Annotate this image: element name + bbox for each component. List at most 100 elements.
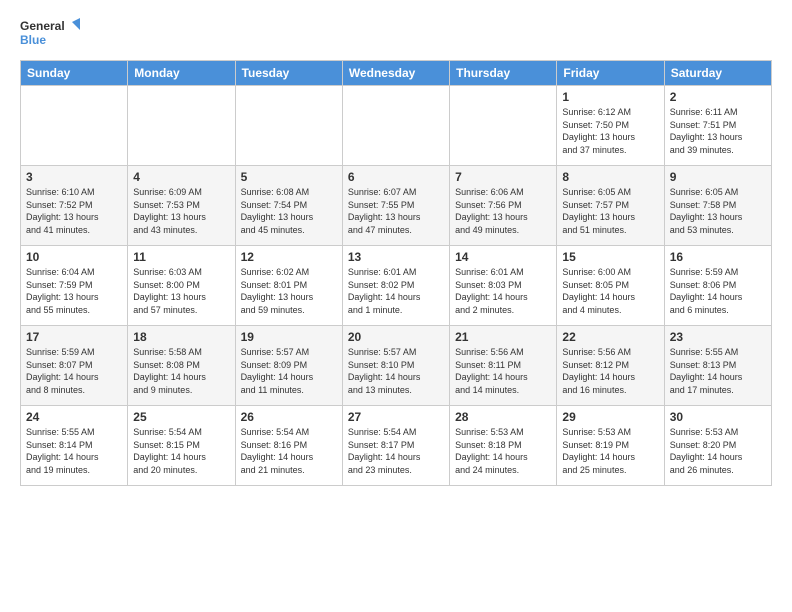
day-number: 13 [348, 250, 444, 264]
calendar-cell: 27 Sunrise: 5:54 AM Sunset: 8:17 PM Dayli… [342, 406, 449, 486]
calendar-week-row: 10Sunrise: 6:04 AM Sunset: 7:59 PM Dayli… [21, 246, 772, 326]
day-info: Sunrise: 5:53 AM Sunset: 8:20 PM Dayligh… [670, 426, 766, 476]
calendar-week-row: 1Sunrise: 6:12 AM Sunset: 7:50 PM Daylig… [21, 86, 772, 166]
day-number: 16 [670, 250, 766, 264]
calendar-table: SundayMondayTuesdayWednesdayThursdayFrid… [20, 60, 772, 486]
day-info: Sunrise: 6:03 AM Sunset: 8:00 PM Dayligh… [133, 266, 229, 316]
weekday-header-saturday: Saturday [664, 61, 771, 86]
weekday-header-monday: Monday [128, 61, 235, 86]
calendar-cell: 15 Sunrise: 6:00 AM Sunset: 8:05 PM Dayli… [557, 246, 664, 326]
day-number: 12 [241, 250, 337, 264]
day-number: 7 [455, 170, 551, 184]
calendar-cell: 5 Sunrise: 6:08 AM Sunset: 7:54 PM Daylig… [235, 166, 342, 246]
day-info: Sunrise: 5:56 AM Sunset: 8:11 PM Dayligh… [455, 346, 551, 396]
day-number: 11 [133, 250, 229, 264]
day-number: 9 [670, 170, 766, 184]
day-number: 30 [670, 410, 766, 424]
day-info: Sunrise: 6:02 AM Sunset: 8:01 PM Dayligh… [241, 266, 337, 316]
day-info: Sunrise: 6:07 AM Sunset: 7:55 PM Dayligh… [348, 186, 444, 236]
calendar-cell: 16 Sunrise: 5:59 AM Sunset: 8:06 PM Dayli… [664, 246, 771, 326]
calendar-cell: 14 Sunrise: 6:01 AM Sunset: 8:03 PM Dayli… [450, 246, 557, 326]
calendar-cell: 28 Sunrise: 5:53 AM Sunset: 8:18 PM Dayli… [450, 406, 557, 486]
calendar-cell: 17Sunrise: 5:59 AM Sunset: 8:07 PM Dayli… [21, 326, 128, 406]
day-info: Sunrise: 5:56 AM Sunset: 8:12 PM Dayligh… [562, 346, 658, 396]
weekday-header-tuesday: Tuesday [235, 61, 342, 86]
day-number: 21 [455, 330, 551, 344]
calendar-cell: 2 Sunrise: 6:11 AM Sunset: 7:51 PM Daylig… [664, 86, 771, 166]
calendar-cell: 3 Sunrise: 6:10 AM Sunset: 7:52 PM Daylig… [21, 166, 128, 246]
day-info: Sunrise: 5:54 AM Sunset: 8:17 PM Dayligh… [348, 426, 444, 476]
day-info: Sunrise: 6:00 AM Sunset: 8:05 PM Dayligh… [562, 266, 658, 316]
calendar-week-row: 3 Sunrise: 6:10 AM Sunset: 7:52 PM Daylig… [21, 166, 772, 246]
calendar-cell: 9 Sunrise: 6:05 AM Sunset: 7:58 PM Daylig… [664, 166, 771, 246]
day-number: 23 [670, 330, 766, 344]
day-number: 2 [670, 90, 766, 104]
day-number: 3 [26, 170, 122, 184]
calendar-cell: 6 Sunrise: 6:07 AM Sunset: 7:55 PM Daylig… [342, 166, 449, 246]
calendar-cell: 24 Sunrise: 5:55 AM Sunset: 8:14 PM Dayli… [21, 406, 128, 486]
day-info: Sunrise: 6:08 AM Sunset: 7:54 PM Dayligh… [241, 186, 337, 236]
calendar-cell [235, 86, 342, 166]
calendar-cell: 20Sunrise: 5:57 AM Sunset: 8:10 PM Dayli… [342, 326, 449, 406]
day-info: Sunrise: 5:55 AM Sunset: 8:14 PM Dayligh… [26, 426, 122, 476]
day-number: 17 [26, 330, 122, 344]
weekday-header-row: SundayMondayTuesdayWednesdayThursdayFrid… [21, 61, 772, 86]
day-number: 28 [455, 410, 551, 424]
day-number: 5 [241, 170, 337, 184]
day-info: Sunrise: 6:01 AM Sunset: 8:02 PM Dayligh… [348, 266, 444, 316]
day-number: 26 [241, 410, 337, 424]
weekday-header-thursday: Thursday [450, 61, 557, 86]
day-info: Sunrise: 6:05 AM Sunset: 7:58 PM Dayligh… [670, 186, 766, 236]
calendar-cell [21, 86, 128, 166]
calendar-week-row: 17Sunrise: 5:59 AM Sunset: 8:07 PM Dayli… [21, 326, 772, 406]
calendar-cell: 23Sunrise: 5:55 AM Sunset: 8:13 PM Dayli… [664, 326, 771, 406]
day-number: 29 [562, 410, 658, 424]
day-number: 25 [133, 410, 229, 424]
calendar-week-row: 24 Sunrise: 5:55 AM Sunset: 8:14 PM Dayli… [21, 406, 772, 486]
day-info: Sunrise: 5:58 AM Sunset: 8:08 PM Dayligh… [133, 346, 229, 396]
calendar-cell: 25 Sunrise: 5:54 AM Sunset: 8:15 PM Dayli… [128, 406, 235, 486]
day-info: Sunrise: 6:10 AM Sunset: 7:52 PM Dayligh… [26, 186, 122, 236]
day-number: 1 [562, 90, 658, 104]
day-info: Sunrise: 6:05 AM Sunset: 7:57 PM Dayligh… [562, 186, 658, 236]
day-info: Sunrise: 5:57 AM Sunset: 8:10 PM Dayligh… [348, 346, 444, 396]
day-number: 24 [26, 410, 122, 424]
day-number: 27 [348, 410, 444, 424]
day-number: 19 [241, 330, 337, 344]
calendar-cell: 12 Sunrise: 6:02 AM Sunset: 8:01 PM Dayli… [235, 246, 342, 326]
calendar-cell: 1Sunrise: 6:12 AM Sunset: 7:50 PM Daylig… [557, 86, 664, 166]
calendar-cell: 10Sunrise: 6:04 AM Sunset: 7:59 PM Dayli… [21, 246, 128, 326]
calendar-cell: 7 Sunrise: 6:06 AM Sunset: 7:56 PM Daylig… [450, 166, 557, 246]
day-number: 14 [455, 250, 551, 264]
day-info: Sunrise: 5:54 AM Sunset: 8:16 PM Dayligh… [241, 426, 337, 476]
day-number: 6 [348, 170, 444, 184]
calendar-cell: 30 Sunrise: 5:53 AM Sunset: 8:20 PM Dayli… [664, 406, 771, 486]
header: General Blue [20, 16, 772, 52]
svg-text:Blue: Blue [20, 33, 46, 47]
day-number: 18 [133, 330, 229, 344]
calendar-cell [342, 86, 449, 166]
calendar-cell: 8 Sunrise: 6:05 AM Sunset: 7:57 PM Daylig… [557, 166, 664, 246]
day-info: Sunrise: 5:54 AM Sunset: 8:15 PM Dayligh… [133, 426, 229, 476]
logo-svg: General Blue [20, 16, 80, 52]
svg-text:General: General [20, 19, 65, 33]
day-info: Sunrise: 5:59 AM Sunset: 8:06 PM Dayligh… [670, 266, 766, 316]
day-number: 15 [562, 250, 658, 264]
logo: General Blue [20, 16, 80, 52]
day-number: 8 [562, 170, 658, 184]
calendar-cell: 18 Sunrise: 5:58 AM Sunset: 8:08 PM Dayli… [128, 326, 235, 406]
day-info: Sunrise: 6:09 AM Sunset: 7:53 PM Dayligh… [133, 186, 229, 236]
day-info: Sunrise: 5:57 AM Sunset: 8:09 PM Dayligh… [241, 346, 337, 396]
calendar-cell [128, 86, 235, 166]
day-info: Sunrise: 6:01 AM Sunset: 8:03 PM Dayligh… [455, 266, 551, 316]
calendar-cell: 26 Sunrise: 5:54 AM Sunset: 8:16 PM Dayli… [235, 406, 342, 486]
day-info: Sunrise: 6:06 AM Sunset: 7:56 PM Dayligh… [455, 186, 551, 236]
day-number: 22 [562, 330, 658, 344]
calendar-cell: 4Sunrise: 6:09 AM Sunset: 7:53 PM Daylig… [128, 166, 235, 246]
calendar-cell: 11 Sunrise: 6:03 AM Sunset: 8:00 PM Dayli… [128, 246, 235, 326]
day-info: Sunrise: 6:11 AM Sunset: 7:51 PM Dayligh… [670, 106, 766, 156]
day-info: Sunrise: 6:04 AM Sunset: 7:59 PM Dayligh… [26, 266, 122, 316]
day-info: Sunrise: 5:53 AM Sunset: 8:18 PM Dayligh… [455, 426, 551, 476]
calendar-cell: 21 Sunrise: 5:56 AM Sunset: 8:11 PM Dayli… [450, 326, 557, 406]
calendar-cell: 13 Sunrise: 6:01 AM Sunset: 8:02 PM Dayli… [342, 246, 449, 326]
